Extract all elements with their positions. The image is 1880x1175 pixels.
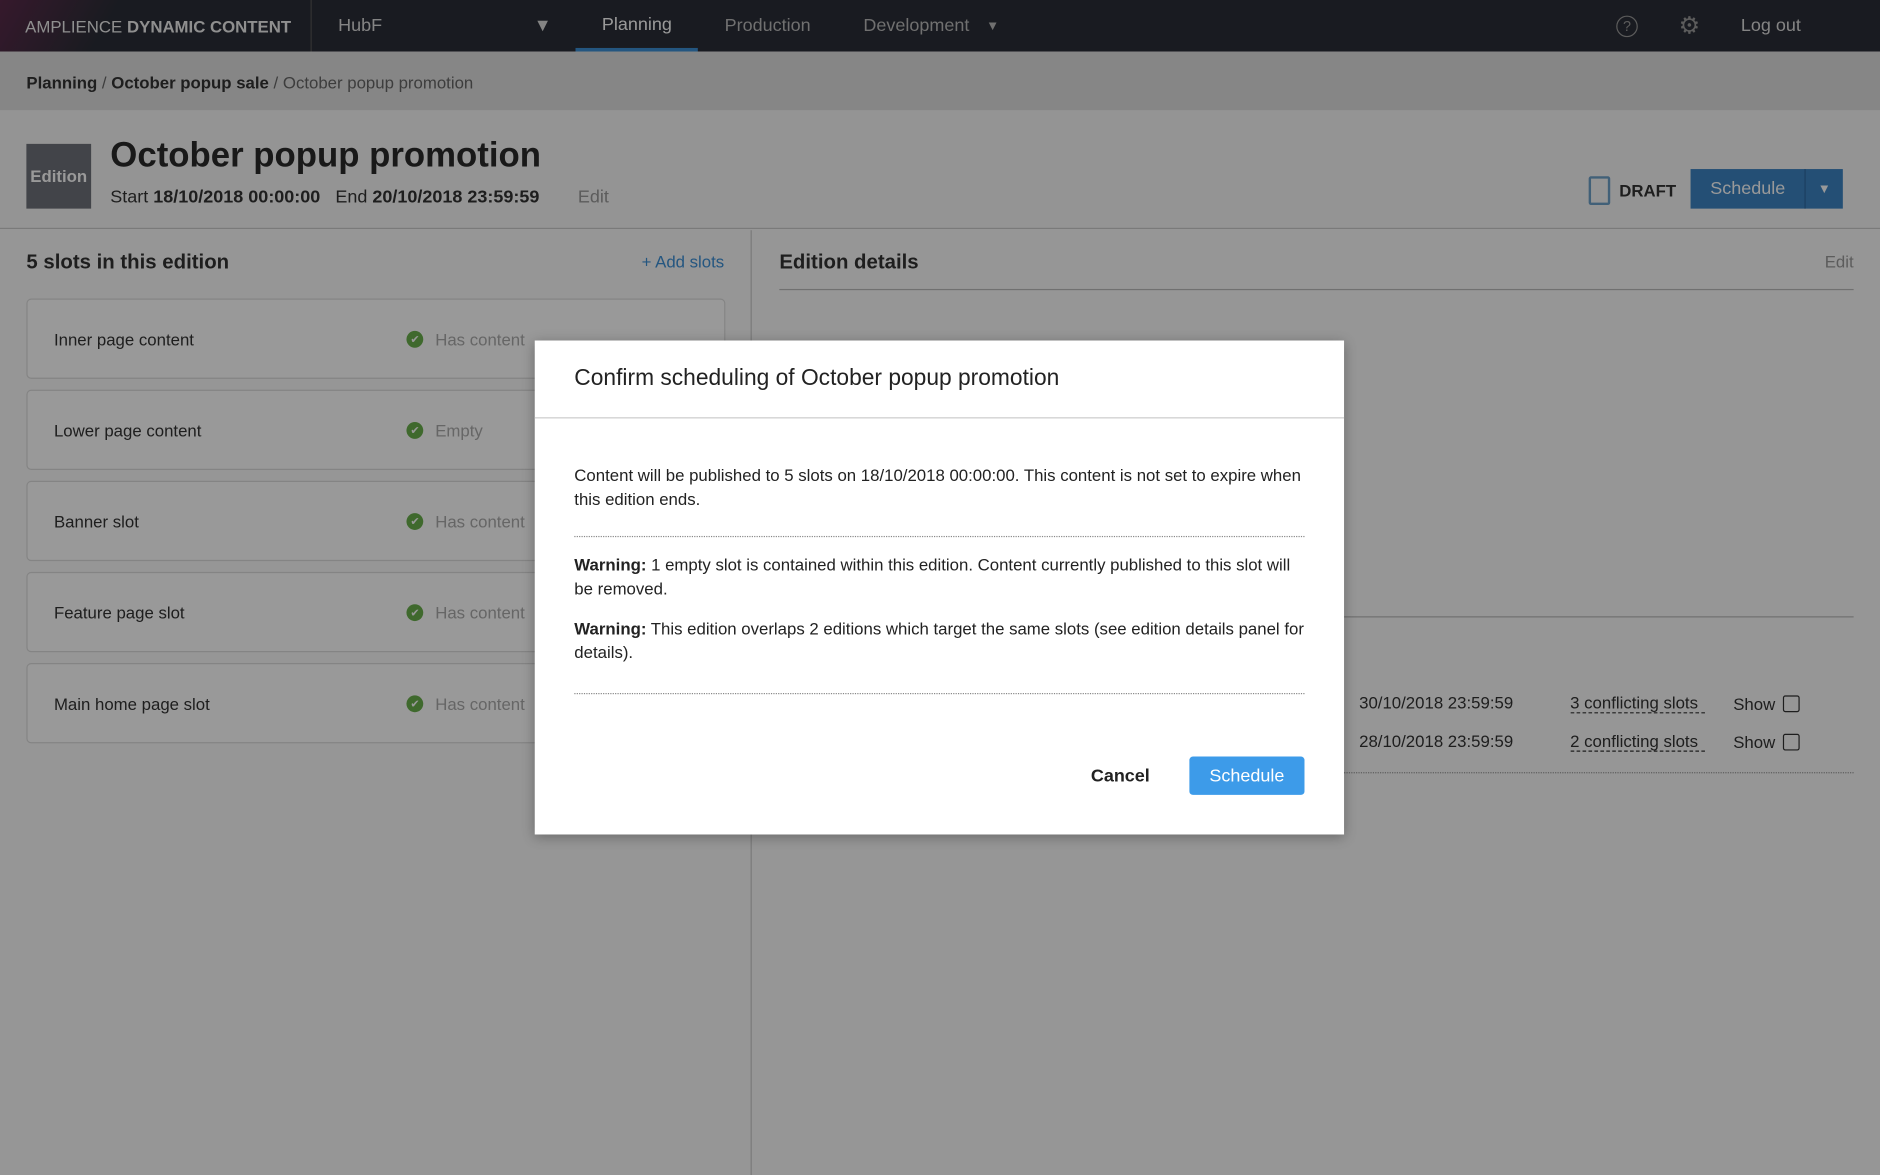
dialog-info: Content will be published to 5 slots on …	[574, 463, 1305, 538]
warning-label: Warning:	[574, 555, 647, 575]
cancel-button[interactable]: Cancel	[1091, 766, 1150, 786]
warning-text: This edition overlaps 2 editions which t…	[574, 618, 1304, 662]
warning-label: Warning:	[574, 618, 647, 638]
confirm-schedule-button[interactable]: Schedule	[1189, 756, 1305, 795]
warning-text: 1 empty slot is contained within this ed…	[574, 555, 1291, 599]
warning-empty-slot: Warning: 1 empty slot is contained withi…	[574, 553, 1304, 601]
dialog-title: Confirm scheduling of October popup prom…	[534, 341, 1345, 419]
confirm-schedule-dialog: Confirm scheduling of October popup prom…	[534, 340, 1345, 835]
warning-overlap: Warning: This edition overlaps 2 edition…	[574, 616, 1305, 695]
